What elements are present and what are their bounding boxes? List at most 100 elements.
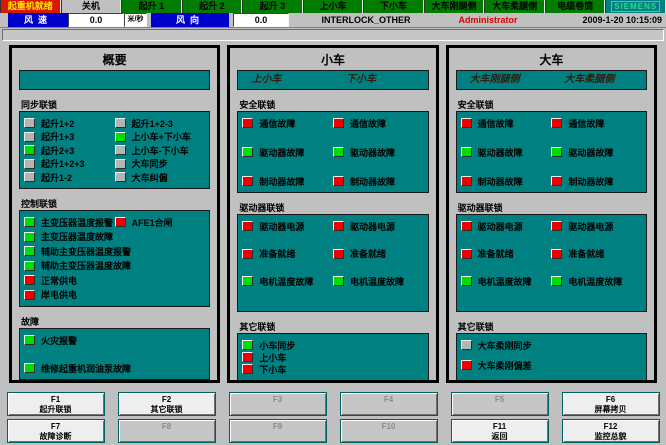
subheader-label: 大车刚腿侧 xyxy=(457,71,552,89)
status-indicator xyxy=(24,290,35,300)
tab-cable-reel[interactable]: 电缆卷筒 xyxy=(545,0,606,13)
tab-siemens: SIEMENS xyxy=(605,0,666,13)
section-column: 驱动器电源准备就绪电机温度故障 xyxy=(461,220,552,287)
interlock-label: 准备就绪 xyxy=(568,247,604,260)
interlock-label: 电机温度故障 xyxy=(259,275,313,288)
interlock-label: 电机温度故障 xyxy=(350,275,404,288)
current-user: Administrator xyxy=(448,13,528,27)
function-key-cell: F3 xyxy=(222,392,333,416)
interlock-label: 起升1+3 xyxy=(41,130,74,143)
interlock-item: 驱动器故障 xyxy=(461,146,552,158)
fkey-f6[interactable]: F6屏幕拷贝 xyxy=(562,392,660,416)
tab-lower-trolley[interactable]: 下小车 xyxy=(363,0,424,13)
panel-subheader-trolley: 上小车下小车 xyxy=(237,70,428,90)
interlock-label: 起升2+3 xyxy=(41,144,74,157)
status-indicator xyxy=(551,221,562,231)
interlock-item: 制动器故障 xyxy=(461,175,552,187)
status-indicator xyxy=(24,217,35,227)
status-indicator xyxy=(24,246,35,256)
interlock-label: 制动器故障 xyxy=(350,175,395,188)
interlock-label: 驱动器电源 xyxy=(350,220,395,233)
interlock-item: 通信故障 xyxy=(333,117,424,129)
tab-shutdown[interactable]: 关机 xyxy=(61,0,122,13)
interlock-item: 起升1+2 xyxy=(24,117,115,129)
status-indicator xyxy=(115,172,126,182)
panel-gantry: 大车大车刚腿侧大车柔腿侧安全联锁通信故障驱动器故障制动器故障通信故障驱动器故障制… xyxy=(446,45,657,383)
function-key-cell: F10 xyxy=(333,419,444,443)
function-key-cell: F8 xyxy=(111,419,222,443)
status-indicator xyxy=(461,249,472,259)
interlock-label: 上小车-下小车 xyxy=(132,144,189,157)
status-indicator xyxy=(24,145,35,155)
interlock-label: 维修起重机润油泵故障 xyxy=(41,362,131,375)
interlock-label: 准备就绪 xyxy=(478,247,514,260)
tab-gantry-rigid-leg[interactable]: 大车刚腿侧 xyxy=(424,0,485,13)
interlock-item: 驱动器故障 xyxy=(242,146,333,158)
tab-hoist-2[interactable]: 起升 2 xyxy=(182,0,243,13)
interlock-label: 通信故障 xyxy=(350,117,386,130)
panel-overview: 概要同步联锁起升1+2起升1+3起升2+3起升1+2+3起升1-2起升1+2-3… xyxy=(9,45,220,383)
interlock-item: 电机温度故障 xyxy=(461,275,552,287)
hmi-screen: 起重机就绪关机起升 1起升 2起升 3上小车下小车大车刚腿侧大车柔腿侧电缆卷筒S… xyxy=(0,0,666,445)
interlock-item: 大车纠偏 xyxy=(115,171,206,183)
interlock-item: 岸电供电 xyxy=(24,289,115,301)
function-key-bar: F1起升联锁F2其它联锁F3F4F5F6屏幕拷贝F7故障诊断F8F9F10F11… xyxy=(0,392,666,443)
interlock-label: 制动器故障 xyxy=(259,175,304,188)
function-key-cell: F2其它联锁 xyxy=(111,392,222,416)
fkey-label xyxy=(341,405,437,415)
status-indicator xyxy=(24,118,35,128)
tab-gantry-flex-leg[interactable]: 大车柔腿侧 xyxy=(484,0,545,13)
interlock-label: 驱动器故障 xyxy=(478,146,523,159)
status-indicator xyxy=(242,118,253,128)
interlock-label: 电机温度故障 xyxy=(478,275,532,288)
wind-direction-value: 0.0 xyxy=(233,13,289,27)
wind-speed-unit: 米/秒 xyxy=(124,13,147,27)
datetime: 2009-1-20 10:15:09 xyxy=(582,13,662,27)
fkey-f1[interactable]: F1起升联锁 xyxy=(7,392,105,416)
fkey-f11[interactable]: F11返回 xyxy=(451,419,549,443)
section-column: 驱动器电源准备就绪电机温度故障 xyxy=(333,220,424,287)
panel-title-gantry: 大车 xyxy=(449,48,654,70)
fkey-f7[interactable]: F7故障诊断 xyxy=(7,419,105,443)
interlock-item: 驱动器故障 xyxy=(333,146,424,158)
wind-direction-label: 风向 xyxy=(151,13,229,27)
status-indicator xyxy=(333,249,344,259)
interlock-label: 上小车+下小车 xyxy=(132,130,191,143)
fkey-label: 监控总貌 xyxy=(563,432,659,442)
interlock-label: 大车柔刚偏差 xyxy=(478,359,532,372)
section-box: 通信故障驱动器故障制动器故障通信故障驱动器故障制动器故障 xyxy=(237,111,428,193)
interlock-item: 上小车 xyxy=(242,351,423,363)
interlock-item: 主变压器温度故障 xyxy=(24,231,115,243)
function-key-row: F1起升联锁F2其它联锁F3F4F5F6屏幕拷贝 xyxy=(0,392,666,416)
tab-crane-ready[interactable]: 起重机就绪 xyxy=(0,0,61,13)
interlock-label: 火灾报警 xyxy=(41,334,77,347)
tab-upper-trolley[interactable]: 上小车 xyxy=(303,0,364,13)
tab-hoist-3[interactable]: 起升 3 xyxy=(242,0,303,13)
tab-hoist-1[interactable]: 起升 1 xyxy=(121,0,182,13)
status-indicator xyxy=(24,363,35,373)
fkey-f12[interactable]: F12监控总貌 xyxy=(562,419,660,443)
status-bar: 风速 0.0 米/秒 风向 0.0 INTERLOCK_OTHER Admini… xyxy=(0,13,666,28)
interlock-label: 驱动器故障 xyxy=(350,146,395,159)
function-key-cell: F11返回 xyxy=(444,419,555,443)
section-label: 安全联锁 xyxy=(239,100,426,110)
function-key-cell: F6屏幕拷贝 xyxy=(555,392,666,416)
function-key-cell: F12监控总貌 xyxy=(555,419,666,443)
panels-container: 概要同步联锁起升1+2起升1+3起升2+3起升1+2+3起升1-2起升1+2-3… xyxy=(0,41,666,383)
interlock-item: 起升1+2-3 xyxy=(115,117,206,129)
fkey-label: 其它联锁 xyxy=(119,405,215,415)
section-box: 驱动器电源准备就绪电机温度故障驱动器电源准备就绪电机温度故障 xyxy=(456,214,647,312)
status-indicator xyxy=(461,147,472,157)
interlock-item: 制动器故障 xyxy=(333,175,424,187)
status-indicator xyxy=(242,352,253,362)
section-column: 火灾报警维修起重机润油泵故障 xyxy=(24,334,205,374)
section-column: 大车柔刚同步大车柔刚偏差 xyxy=(461,339,642,371)
subheader-label: 下小车 xyxy=(333,71,428,89)
function-key-cell: F7故障诊断 xyxy=(0,419,111,443)
status-indicator xyxy=(333,221,344,231)
interlock-label: 电机温度故障 xyxy=(568,275,622,288)
fkey-label: 故障诊断 xyxy=(8,432,104,442)
fkey-f2[interactable]: F2其它联锁 xyxy=(118,392,216,416)
interlock-item: 大车同步 xyxy=(115,158,206,170)
interlock-item: 准备就绪 xyxy=(242,248,333,260)
